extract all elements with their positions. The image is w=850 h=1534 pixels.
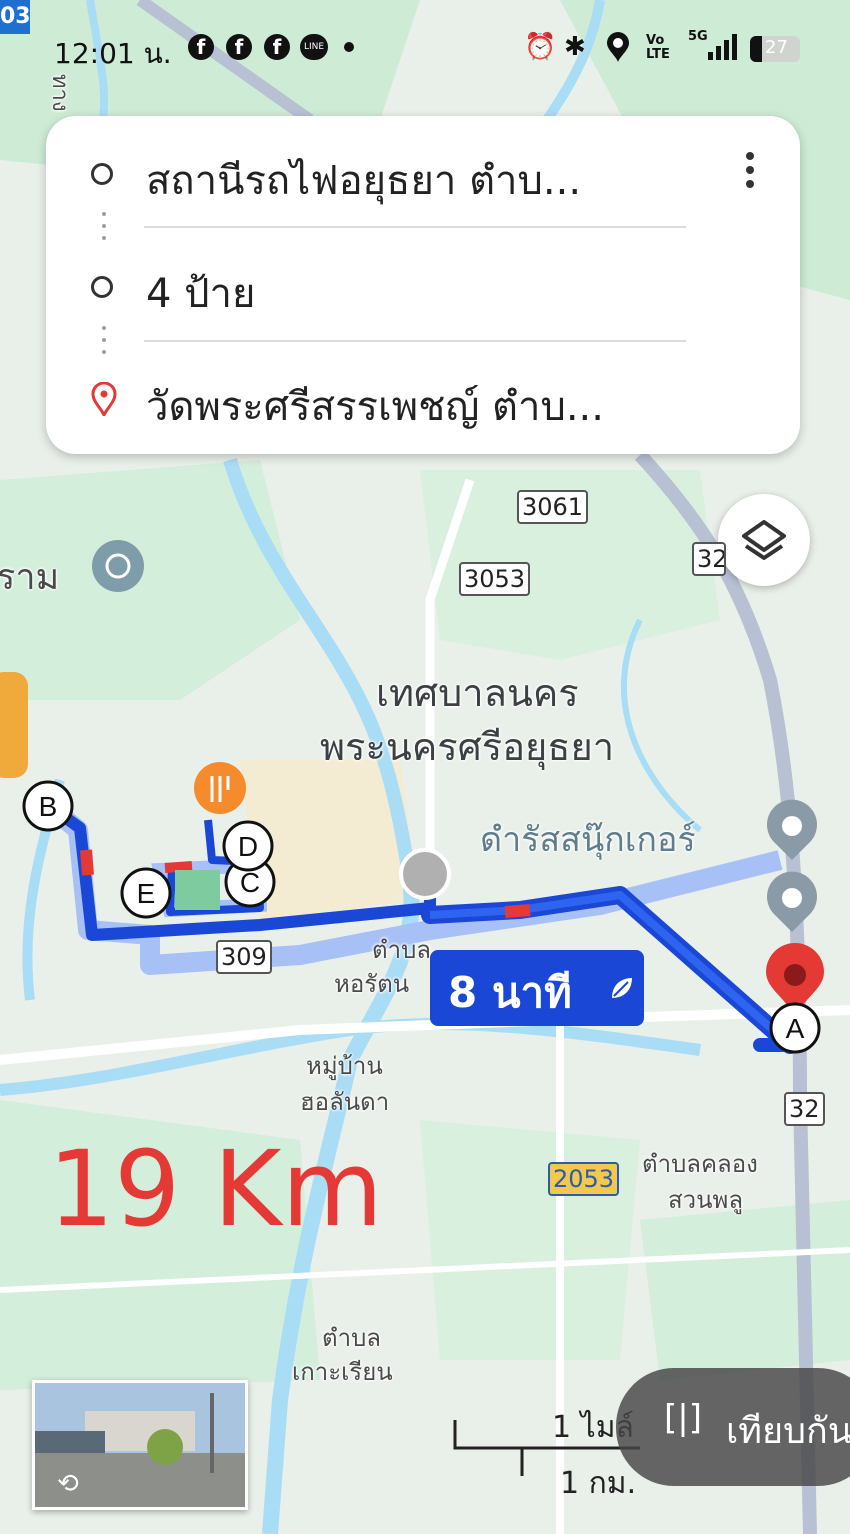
distance-annotation: 19 Km [48, 1128, 383, 1250]
area-label: หมู่บ้าน [306, 1052, 383, 1080]
eta-text: 8 นาที [448, 968, 572, 1017]
destination-row[interactable]: วัดพระศรีสรรเพชญ์ ตำบ... [46, 364, 800, 434]
eta-bubble[interactable]: 8 นาที [430, 950, 644, 1026]
street-view-thumbnail[interactable]: ⟲ [32, 1380, 248, 1510]
road-shield: 3061 [517, 490, 589, 524]
park-pond [175, 870, 220, 910]
road-shield: 309 [216, 940, 272, 974]
notification-dot-icon [344, 42, 354, 52]
temple-icon[interactable] [92, 540, 144, 592]
compare-label: เทียบกัน [726, 1411, 850, 1452]
connector-dots [102, 212, 106, 248]
stop-label-e: E [137, 878, 156, 909]
stop-label-c: C [240, 867, 260, 898]
eco-leaf-icon [612, 978, 632, 998]
traffic-segment [504, 904, 531, 918]
area-label: ฮอลันดา [300, 1088, 390, 1116]
area-label: หอรัตน [334, 970, 410, 998]
area-label: ตำบลคลอง [642, 1150, 758, 1178]
directions-card: สถานีรถไฟอยุธยา ตำบ... 4 ป้าย วัดพระศรีส… [46, 116, 800, 454]
line-icon: LINE [300, 34, 328, 60]
area-label: เกาะเรียน [292, 1358, 393, 1386]
origin-row[interactable]: สถานีรถไฟอยุธยา ตำบ... [46, 138, 800, 208]
origin-text[interactable]: สถานีรถไฟอยุธยา ตำบ... [146, 148, 581, 212]
rotate-360-icon: ⟲ [57, 1469, 79, 1499]
traffic-segment [80, 849, 94, 876]
road-shield: 32 [692, 542, 726, 576]
battery-level [750, 36, 762, 62]
road-shield: 2053 [548, 1162, 620, 1196]
battery-text: 27 [765, 37, 788, 58]
location-icon [606, 32, 630, 62]
divider [144, 340, 686, 342]
stop-circle-icon [91, 276, 113, 298]
temple-label: ราม [0, 557, 60, 598]
status-time: 12:01 น. [54, 37, 172, 70]
destination-text[interactable]: วัดพระศรีสรรเพชญ์ ตำบ... [146, 374, 604, 438]
map-screen: A B C D E 03 ทาง 12:01 น. f f f LINE ⏰ ✱… [0, 0, 850, 1534]
traffic-segment [164, 861, 193, 873]
stop-label-d: D [238, 831, 258, 862]
compare-icon: [|] [664, 1398, 702, 1438]
road-shield: 32 [784, 1092, 825, 1126]
stops-text[interactable]: 4 ป้าย [146, 261, 255, 325]
scale-km: 1 กม. [560, 1466, 637, 1501]
stop-label-a: A [786, 1013, 805, 1044]
battery-icon: 27 [750, 36, 800, 62]
park-area [640, 1200, 850, 1380]
signal-icon [706, 34, 740, 60]
network-type: 5G [688, 29, 708, 44]
divider [144, 226, 686, 228]
road-shield: 3053 [459, 562, 531, 596]
more-options-icon[interactable] [746, 152, 756, 194]
city-label-line1: เทศบาลนคร [376, 671, 579, 715]
start-location-dot [399, 848, 451, 900]
alarm-icon: ⏰ [524, 32, 557, 62]
area-label: สวนพลู [668, 1186, 744, 1214]
side-tab[interactable] [0, 672, 28, 778]
stop-label-b: B [39, 791, 58, 822]
destination-pin-icon [90, 381, 118, 419]
compare-button[interactable]: [|] เทียบกัน [616, 1368, 850, 1486]
status-bar: 12:01 น. f f f LINE ⏰ ✱ Vo LTE 5G 27 [0, 22, 850, 76]
facebook-icon: f [264, 34, 290, 60]
park-area [420, 1120, 640, 1360]
road-label-top: ทาง [47, 74, 72, 112]
city-label-line2: พระนครศรีอยุธยา [320, 725, 615, 769]
facebook-icon: f [188, 34, 214, 60]
poi-label: ดำรัสสนุ๊กเกอร์ [480, 820, 696, 860]
connector-dots [102, 326, 106, 362]
layers-icon [742, 520, 786, 560]
layers-button[interactable] [718, 494, 810, 586]
volte-icon: Vo LTE [646, 33, 670, 62]
bluetooth-icon: ✱ [564, 32, 586, 62]
stops-row[interactable]: 4 ป้าย [46, 251, 800, 321]
facebook-icon: f [226, 34, 252, 60]
origin-circle-icon [91, 163, 113, 185]
